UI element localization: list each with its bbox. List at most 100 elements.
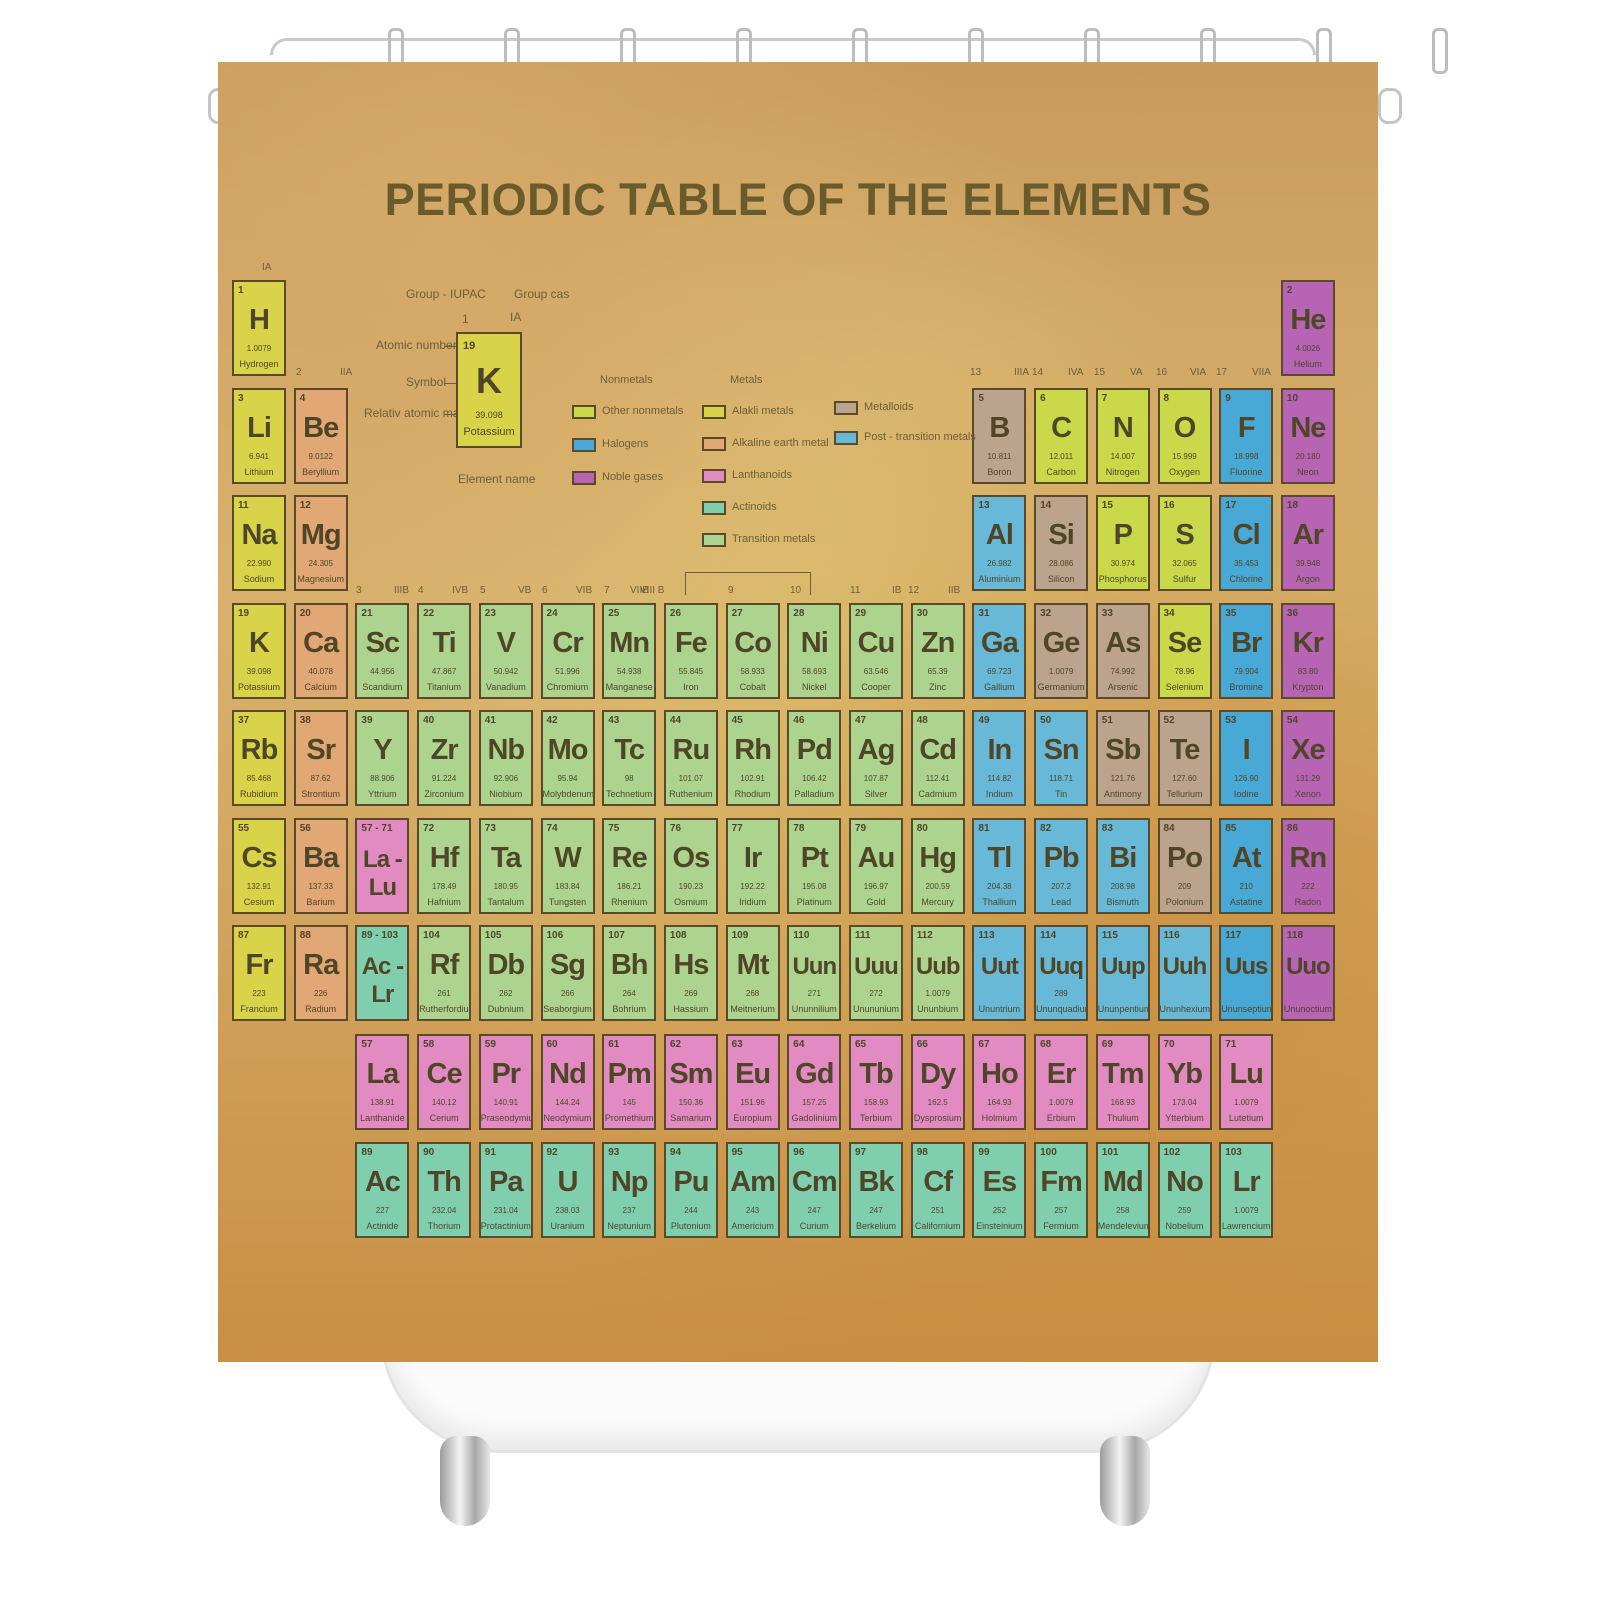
element-symbol: F [1237, 411, 1256, 444]
element-cell: 94 Pu 244 Plutonium [663, 1142, 718, 1238]
key-group-iupac-value: 1 [462, 312, 469, 326]
element-cell: 98 Cf 251 Californium [910, 1142, 965, 1238]
element-mass: 204.38 [987, 881, 1012, 891]
element-mass: 14.007 [1110, 451, 1136, 461]
element-name: Tellurium [1166, 789, 1203, 799]
element-mass: 195.08 [802, 881, 827, 891]
legend-metal-swatch [702, 437, 726, 451]
element-symbol: Ir [743, 841, 762, 874]
element-name: Lawrencium [1221, 1221, 1271, 1231]
element-cell: 87 Fr 223 Francium [232, 925, 286, 1021]
legend-metal-swatch [702, 405, 726, 419]
element-name: Neodymium [543, 1113, 592, 1123]
element-number: 29 [855, 607, 867, 619]
element-symbol: Dy [920, 1058, 956, 1090]
element-name: Meitnerium [730, 1004, 775, 1014]
element-mass: 208.98 [1110, 881, 1136, 891]
element-name: Promethium [604, 1113, 654, 1123]
element-number: 54 [1286, 715, 1299, 726]
element-mass: 261 [437, 989, 451, 998]
element-number: 34 [1163, 607, 1175, 619]
group-label: 4 [418, 585, 424, 596]
element-symbol: Ag [857, 734, 896, 766]
element-mass: 289 [1054, 989, 1068, 998]
element-symbol: Uuo [1286, 953, 1331, 980]
element-number: 57 [361, 1039, 373, 1050]
element-cell: 19 K 39.098 Potassium [232, 602, 286, 699]
element-mass: 151.96 [740, 1098, 765, 1107]
element-name: Calcium [304, 681, 337, 692]
element-number: 41 [484, 715, 496, 726]
element-number: 50 [1040, 715, 1052, 726]
element-cell: 80 Hg 200.59 Mercury [910, 817, 965, 914]
element-number: 47 [855, 715, 867, 726]
element-number: 22 [423, 607, 435, 619]
element-name: Chlorine [1229, 574, 1263, 584]
element-cell: 9 F 18.998 Fluorine [1219, 387, 1274, 484]
element-name: Nickel [802, 681, 827, 692]
element-number: 68 [1040, 1039, 1052, 1050]
element-mass: 158.93 [863, 1098, 889, 1107]
element-symbol: Sc [365, 626, 400, 659]
element-number: 19 [238, 607, 250, 619]
element-name: Europium [733, 1113, 772, 1123]
element-symbol: Pm [607, 1058, 652, 1090]
element-symbol: Cd [919, 734, 957, 766]
element-mass: 243 [745, 1206, 760, 1215]
element-mass: 144.24 [555, 1098, 580, 1107]
element-number: 7 [1101, 392, 1108, 404]
element-name: Lutetium [1228, 1113, 1264, 1123]
element-cell: 111 Uuu 272 Unununium [849, 925, 903, 1021]
element-mass: 98 [624, 774, 634, 783]
element-number: 95 [731, 1147, 743, 1158]
element-number: 15 [1101, 500, 1113, 511]
element-number: 113 [978, 930, 995, 941]
element-cell: 62 Sm 150.36 Samarium [663, 1034, 718, 1130]
rod-end-right [1378, 88, 1402, 124]
element-cell: 77 Ir 192.22 Iridium [725, 817, 780, 914]
element-cell: 10 Ne 20.180 Neon [1280, 387, 1335, 484]
element-cell: 21 Sc 44.956 Scandium [355, 602, 410, 699]
element-symbol: Au [857, 841, 896, 874]
element-cell: 71 Lu 1.0079 Lutetium [1219, 1034, 1274, 1130]
legend-nonmetal-swatch [572, 471, 596, 485]
element-name: Thorium [427, 1221, 461, 1231]
element-cell: 55 Cs 132.91 Cesium [232, 817, 286, 914]
element-symbol: Cl [1232, 519, 1261, 551]
element-name: Cadmium [918, 789, 957, 799]
element-symbol: He [1290, 304, 1326, 336]
element-number: 18 [1286, 500, 1299, 511]
element-mass: 137.33 [308, 881, 333, 891]
element-symbol: Uuh [1162, 953, 1208, 980]
element-number: 30 [916, 607, 928, 619]
element-symbol: Th [427, 1166, 461, 1198]
element-symbol: Uut [980, 953, 1019, 980]
element-cell: 114 Uuq 289 Ununquadium [1034, 925, 1089, 1021]
element-symbol: Nb [487, 734, 525, 766]
element-mass: 238.03 [555, 1206, 580, 1215]
element-name: Americium [731, 1221, 774, 1231]
element-name: Zinc [929, 681, 947, 692]
element-name: Titanium [427, 681, 462, 692]
element-symbol: Mt [736, 949, 770, 981]
element-number: 53 [1225, 715, 1237, 726]
element-symbol: Re [611, 841, 648, 874]
element-mass: 1.0079 [1233, 1098, 1259, 1107]
legend-nonmetal-label: Halogens [602, 438, 649, 450]
element-cell: 50 Sn 118.71 Tin [1034, 710, 1089, 806]
element-number: 100 [1040, 1147, 1057, 1158]
element-name: Ununpentium [1097, 1004, 1150, 1014]
legend-metals-heading: Metals [730, 374, 763, 386]
element-symbol: Rh [734, 734, 772, 766]
element-number: 3 [238, 392, 244, 404]
element-number: 107 [608, 930, 625, 941]
element-cell: 14 Si 28.086 Silicon [1034, 495, 1089, 591]
element-mass: 271 [807, 989, 821, 998]
element-cell: 105 Db 262 Dubnium [478, 925, 533, 1021]
element-mass: 222 [1301, 881, 1315, 891]
element-number: 55 [238, 822, 250, 834]
element-mass: 244 [684, 1206, 698, 1215]
element-cell: 42 Mo 95.94 Molybdenum [540, 710, 595, 806]
key-element-name: Element name [458, 472, 536, 486]
element-name: Sodium [243, 574, 275, 584]
